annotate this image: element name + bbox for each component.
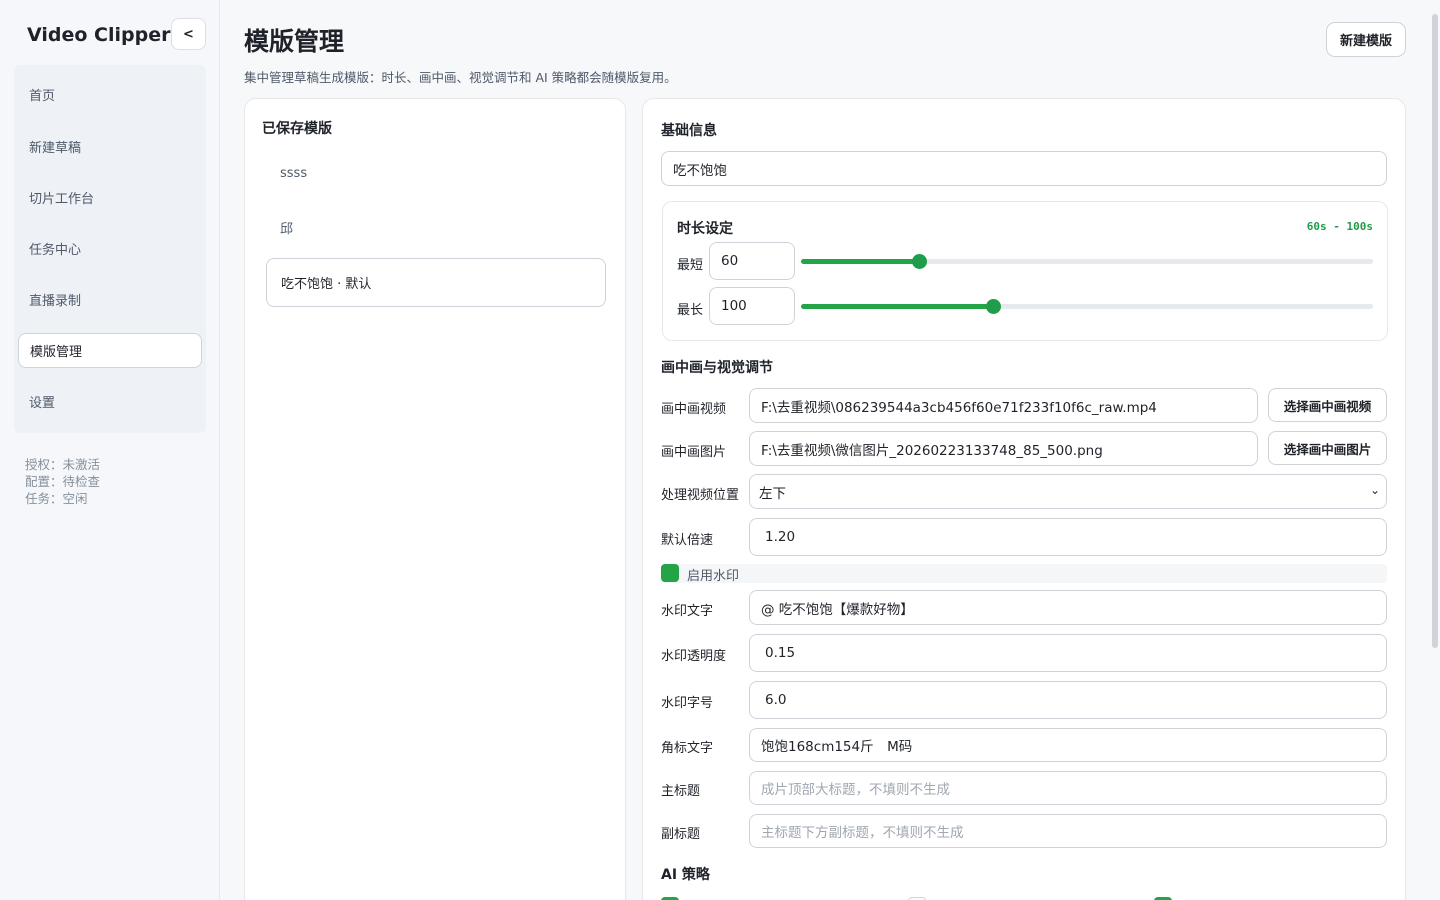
pip-heading: 画中画与视觉调节	[661, 360, 773, 376]
pip-video-label: 画中画视频	[661, 402, 727, 417]
sidebar-item-task-center[interactable]: 任务中心	[18, 231, 202, 266]
page-title: 模版管理	[244, 27, 345, 56]
sidebar-item-template-management[interactable]: 模版管理	[18, 333, 202, 368]
watermark-toggle-row[interactable]: 启用水印	[661, 564, 1387, 584]
template-item-selected[interactable]: 吃不饱饱 · 默认	[266, 258, 606, 307]
sidebar-item-live-recording[interactable]: 直播录制	[18, 282, 202, 317]
app-title: Video Clipper	[27, 24, 171, 46]
sidebar-item-home[interactable]: 首页	[18, 77, 202, 112]
page-scrollbar[interactable]	[1432, 14, 1438, 648]
choose-pip-video-button[interactable]: 选择画中画视频	[1268, 388, 1387, 422]
basic-info-heading: 基础信息	[661, 123, 717, 139]
watermark-enabled-checkbox[interactable]	[661, 564, 679, 582]
template-item[interactable]: ssss	[266, 149, 606, 198]
sidebar-item-settings[interactable]: 设置	[18, 384, 202, 419]
main-title-input[interactable]: 成片顶部大标题，不填则不生成	[749, 771, 1387, 805]
new-template-button[interactable]: 新建模版	[1326, 22, 1406, 57]
config-status: 配置：待检查	[25, 474, 101, 489]
template-item[interactable]: 邱	[266, 203, 606, 252]
license-status: 授权：未激活	[25, 457, 101, 472]
main-title-label: 主标题	[661, 784, 701, 799]
corner-text-label: 角标文字	[661, 741, 714, 756]
default-speed-input[interactable]: 1.20	[749, 518, 1387, 556]
watermark-size-label: 水印字号	[661, 696, 714, 711]
min-duration-slider[interactable]	[801, 254, 1373, 269]
sub-title-input[interactable]: 主标题下方副标题，不填则不生成	[749, 814, 1387, 848]
sidebar-item-clip-workbench[interactable]: 切片工作台	[18, 180, 202, 215]
watermark-opacity-label: 水印透明度	[661, 649, 727, 664]
task-status: 任务：空闲	[25, 491, 88, 506]
pip-video-path-input[interactable]: F:\去重视频\086239544a3cb456f60e71f233f10f6c…	[749, 388, 1258, 423]
sub-title-label: 副标题	[661, 827, 701, 842]
min-duration-slider-fill	[801, 259, 919, 264]
min-duration-input[interactable]: 60	[709, 242, 795, 280]
duration-settings: 时长设定 60s - 100s 最短 60 最长 100	[662, 201, 1388, 341]
max-duration-slider-fill	[801, 304, 993, 309]
template-editor-panel: 基础信息 吃不饱饱 时长设定 60s - 100s 最短 60 最长 100 画…	[642, 98, 1406, 900]
duration-heading: 时长设定	[677, 221, 733, 237]
sidebar-nav: 首页 新建草稿 切片工作台 任务中心 直播录制 模版管理 设置	[14, 65, 206, 433]
min-duration-slider-thumb[interactable]	[912, 254, 927, 269]
default-speed-label: 默认倍速	[661, 533, 714, 548]
video-position-select[interactable]: 左下 ⌄	[749, 474, 1387, 509]
max-duration-input[interactable]: 100	[709, 287, 795, 325]
pip-image-label: 画中画图片	[661, 445, 727, 460]
watermark-enabled-label: 启用水印	[687, 569, 740, 584]
chevron-down-icon: ⌄	[1369, 483, 1380, 497]
template-name-input[interactable]: 吃不饱饱	[661, 151, 1387, 186]
watermark-opacity-input[interactable]: 0.15	[749, 634, 1387, 672]
watermark-text-input[interactable]: @ 吃不饱饱【爆款好物】	[749, 590, 1387, 625]
min-duration-label: 最短	[677, 258, 704, 273]
duration-range-text: 60s - 100s	[1306, 220, 1373, 233]
choose-pip-image-button[interactable]: 选择画中画图片	[1268, 431, 1387, 465]
sidebar-item-new-draft[interactable]: 新建草稿	[18, 129, 202, 164]
sidebar: Video Clipper < 首页 新建草稿 切片工作台 任务中心 直播录制 …	[0, 0, 220, 900]
status-summary: 授权：未激活 配置：待检查 任务：空闲	[25, 456, 100, 507]
video-position-value: 左下	[759, 485, 786, 502]
page-description: 集中管理草稿生成模版：时长、画中画、视觉调节和 AI 策略都会随模版复用。	[244, 70, 677, 85]
pip-image-path-input[interactable]: F:\去重视频\微信图片_20260223133748_85_500.png	[749, 431, 1258, 466]
saved-templates-heading: 已保存模版	[262, 121, 332, 137]
ai-strategy-heading: AI 策略	[661, 867, 710, 883]
collapse-sidebar-button[interactable]: <	[171, 18, 206, 50]
saved-templates-panel: 已保存模版 ssss 邱 吃不饱饱 · 默认	[244, 98, 626, 900]
corner-text-input[interactable]: 饱饱168cm154斤 M码	[749, 728, 1387, 762]
watermark-text-label: 水印文字	[661, 604, 714, 619]
max-duration-label: 最长	[677, 303, 704, 318]
video-position-label: 处理视频位置	[661, 488, 740, 503]
max-duration-slider-thumb[interactable]	[986, 299, 1001, 314]
watermark-size-input[interactable]: 6.0	[749, 681, 1387, 719]
max-duration-slider[interactable]	[801, 299, 1373, 314]
